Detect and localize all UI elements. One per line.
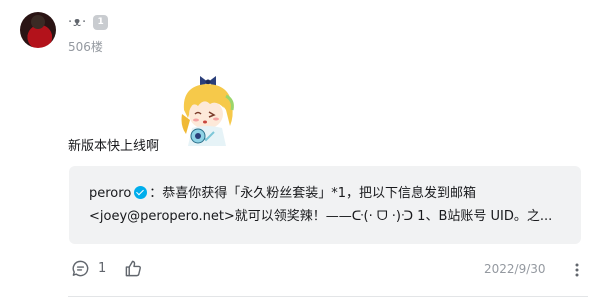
like-button[interactable]: [124, 259, 143, 278]
comment-item: ·ᴥ· 1 506楼 新版本快上线啊 peroro ：恭喜你获得「永久粉丝套装」…: [0, 0, 603, 297]
reply-line-2: <joey@peropero.net>就可以领奖辣！——ᑢ(· ᗜ ·)ᑝ 1、…: [89, 209, 553, 224]
comment-bubble-icon: [72, 260, 89, 277]
user-row: ·ᴥ· 1: [68, 14, 109, 30]
verified-icon: [134, 186, 148, 199]
more-vertical-icon[interactable]: [573, 262, 581, 278]
reply-text-1: ：恭喜你获得「永久粉丝套装」*1，把以下信息发到邮箱: [149, 186, 477, 201]
comment-text: 新版本快上线啊: [68, 139, 160, 154]
avatar[interactable]: [20, 12, 56, 48]
reply-count: 1: [98, 261, 107, 276]
anime-girl-sticker: [181, 76, 234, 146]
reply-line-1: peroro ：恭喜你获得「永久粉丝套装」*1，把以下信息发到邮箱: [89, 182, 561, 205]
username[interactable]: ·ᴥ·: [68, 14, 87, 30]
reply-username[interactable]: peroro: [89, 186, 131, 201]
action-bar: 1: [71, 259, 161, 278]
thumbs-up-icon: [125, 260, 142, 277]
floor-number: 506楼: [68, 40, 103, 54]
reply-preview[interactable]: peroro ：恭喜你获得「永久粉丝套装」*1，把以下信息发到邮箱 <joey@p…: [69, 166, 581, 244]
reply-button[interactable]: 1: [71, 259, 106, 278]
level-badge: 1: [93, 14, 109, 30]
comment-date: 2022/9/30: [484, 262, 546, 276]
